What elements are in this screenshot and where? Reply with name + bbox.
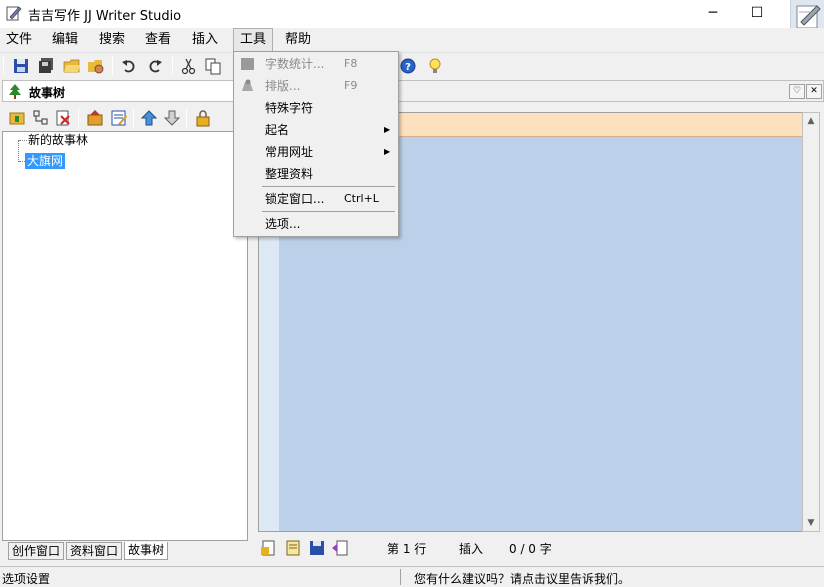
toolbar-grip (3, 57, 4, 75)
story-tree-pane: 故事树 新的故事林 大旗网 创作窗口 资料窗口 故事树 (0, 78, 250, 562)
tree-node-root[interactable]: 新的故事林 (26, 132, 90, 148)
tree-node-selected[interactable]: 大旗网 (25, 153, 66, 169)
redo-icon[interactable] (146, 57, 164, 75)
delete-node-icon[interactable] (54, 109, 72, 127)
main-toolbar: ? (0, 52, 824, 78)
status-separator (400, 569, 401, 585)
story-tree-toolbar (2, 105, 248, 131)
svg-text:?: ? (405, 62, 411, 73)
toolbar-separator (78, 109, 79, 127)
menu-search[interactable]: 搜索 (93, 28, 131, 52)
folder-settings-icon[interactable] (87, 57, 105, 75)
scroll-down-arrow-icon[interactable]: ▼ (803, 515, 819, 531)
maximize-button[interactable]: ☐ (734, 0, 780, 28)
add-node-icon[interactable] (8, 109, 26, 127)
tip-lightbulb-icon[interactable] (426, 57, 444, 75)
story-tree-title: 故事树 (29, 86, 66, 100)
toolbar-separator (172, 57, 173, 75)
feedback-link[interactable]: 您有什么建议吗？请点击议里告诉我们。 (414, 570, 630, 587)
toolbar-separator (133, 109, 134, 127)
story-tree: 新的故事林 大旗网 (2, 131, 248, 541)
import-icon[interactable] (86, 109, 104, 127)
window-title: 吉吉写作 JJ Writer Studio (28, 9, 182, 24)
vertical-scrollbar[interactable]: ▲ ▼ (802, 112, 820, 532)
format-icon (242, 79, 253, 91)
edit-node-icon[interactable] (110, 109, 128, 127)
title-bar: 吉吉写作 JJ Writer Studio ─ ☐ (0, 0, 824, 34)
tree-icon (9, 84, 21, 99)
close-icon[interactable]: ✕ (806, 84, 822, 99)
menu-item-options[interactable]: 选项... (234, 213, 398, 235)
minimize-button[interactable]: ─ (690, 0, 736, 28)
submenu-arrow-icon: ▶ (384, 125, 391, 134)
copy-icon[interactable] (204, 57, 222, 75)
lock-icon[interactable] (194, 109, 212, 127)
scroll-up-arrow-icon[interactable]: ▲ (803, 113, 819, 129)
app-icon (6, 6, 22, 21)
menu-view[interactable]: 查看 (139, 28, 177, 52)
save-doc-icon[interactable] (308, 539, 326, 557)
line-number-indicator: 第 1 行 (387, 542, 427, 556)
tab-material-window[interactable]: 资料窗口 (66, 542, 123, 560)
menu-tools[interactable]: 工具 (233, 28, 274, 52)
submenu-arrow-icon: ▶ (384, 147, 391, 156)
story-tree-header: 故事树 (2, 80, 248, 102)
menu-separator (262, 211, 395, 212)
word-count-indicator: 0 / 0 字 (509, 542, 552, 556)
square-icon (241, 58, 254, 70)
toolbar-separator (186, 109, 187, 127)
editor-statusbar: 第 1 行 插入 0 / 0 字 (255, 536, 824, 560)
toolbar-separator (112, 57, 113, 75)
help-icon[interactable]: ? (399, 57, 417, 75)
save-icon[interactable] (12, 57, 30, 75)
save-all-icon[interactable] (37, 57, 55, 75)
menu-item-typeset[interactable]: 排版... F9 (234, 75, 398, 97)
new-doc-icon[interactable] (260, 539, 278, 557)
menu-item-lock-window[interactable]: 锁定窗口... Ctrl+L (234, 188, 398, 210)
menu-item-organize-materials[interactable]: 整理资料 (234, 163, 398, 185)
menu-item-common-urls[interactable]: 常用网址 ▶ (234, 141, 398, 163)
menu-bar: 文件 编辑 搜索 查看 插入 工具 帮助 (0, 28, 824, 52)
menu-help[interactable]: 帮助 (279, 28, 317, 52)
open-folder-icon[interactable] (63, 57, 81, 75)
menu-item-naming[interactable]: 起名 ▶ (234, 119, 398, 141)
move-up-icon[interactable] (140, 109, 158, 127)
menu-file[interactable]: 文件 (0, 28, 38, 52)
collapse-icon[interactable]: ♡ (789, 84, 805, 99)
tree-connector (18, 140, 19, 162)
menu-item-word-count[interactable]: 字数统计... F8 (234, 53, 398, 75)
cut-icon[interactable] (180, 57, 198, 75)
status-left-text: 选项设置 (2, 572, 51, 586)
menu-separator (262, 186, 395, 187)
notes-icon[interactable] (284, 539, 302, 557)
menu-edit[interactable]: 编辑 (46, 28, 84, 52)
tab-writing-window[interactable]: 创作窗口 (8, 542, 65, 560)
tools-menu-dropdown: 字数统计... F8 排版... F9 特殊字符 起名 ▶ 常用网址 ▶ 整理资… (233, 51, 399, 237)
node-structure-icon[interactable] (32, 109, 50, 127)
status-bar: 选项设置 您有什么建议吗？请点击议里告诉我们。 (0, 566, 824, 587)
menu-insert[interactable]: 插入 (186, 28, 224, 52)
menu-item-special-chars[interactable]: 特殊字符 (234, 97, 398, 119)
tab-story-tree[interactable]: 故事树 (124, 542, 169, 560)
insert-doc-icon[interactable] (331, 539, 349, 557)
insert-mode-indicator: 插入 (459, 542, 484, 556)
move-down-icon[interactable] (163, 109, 181, 127)
undo-icon[interactable] (120, 57, 138, 75)
